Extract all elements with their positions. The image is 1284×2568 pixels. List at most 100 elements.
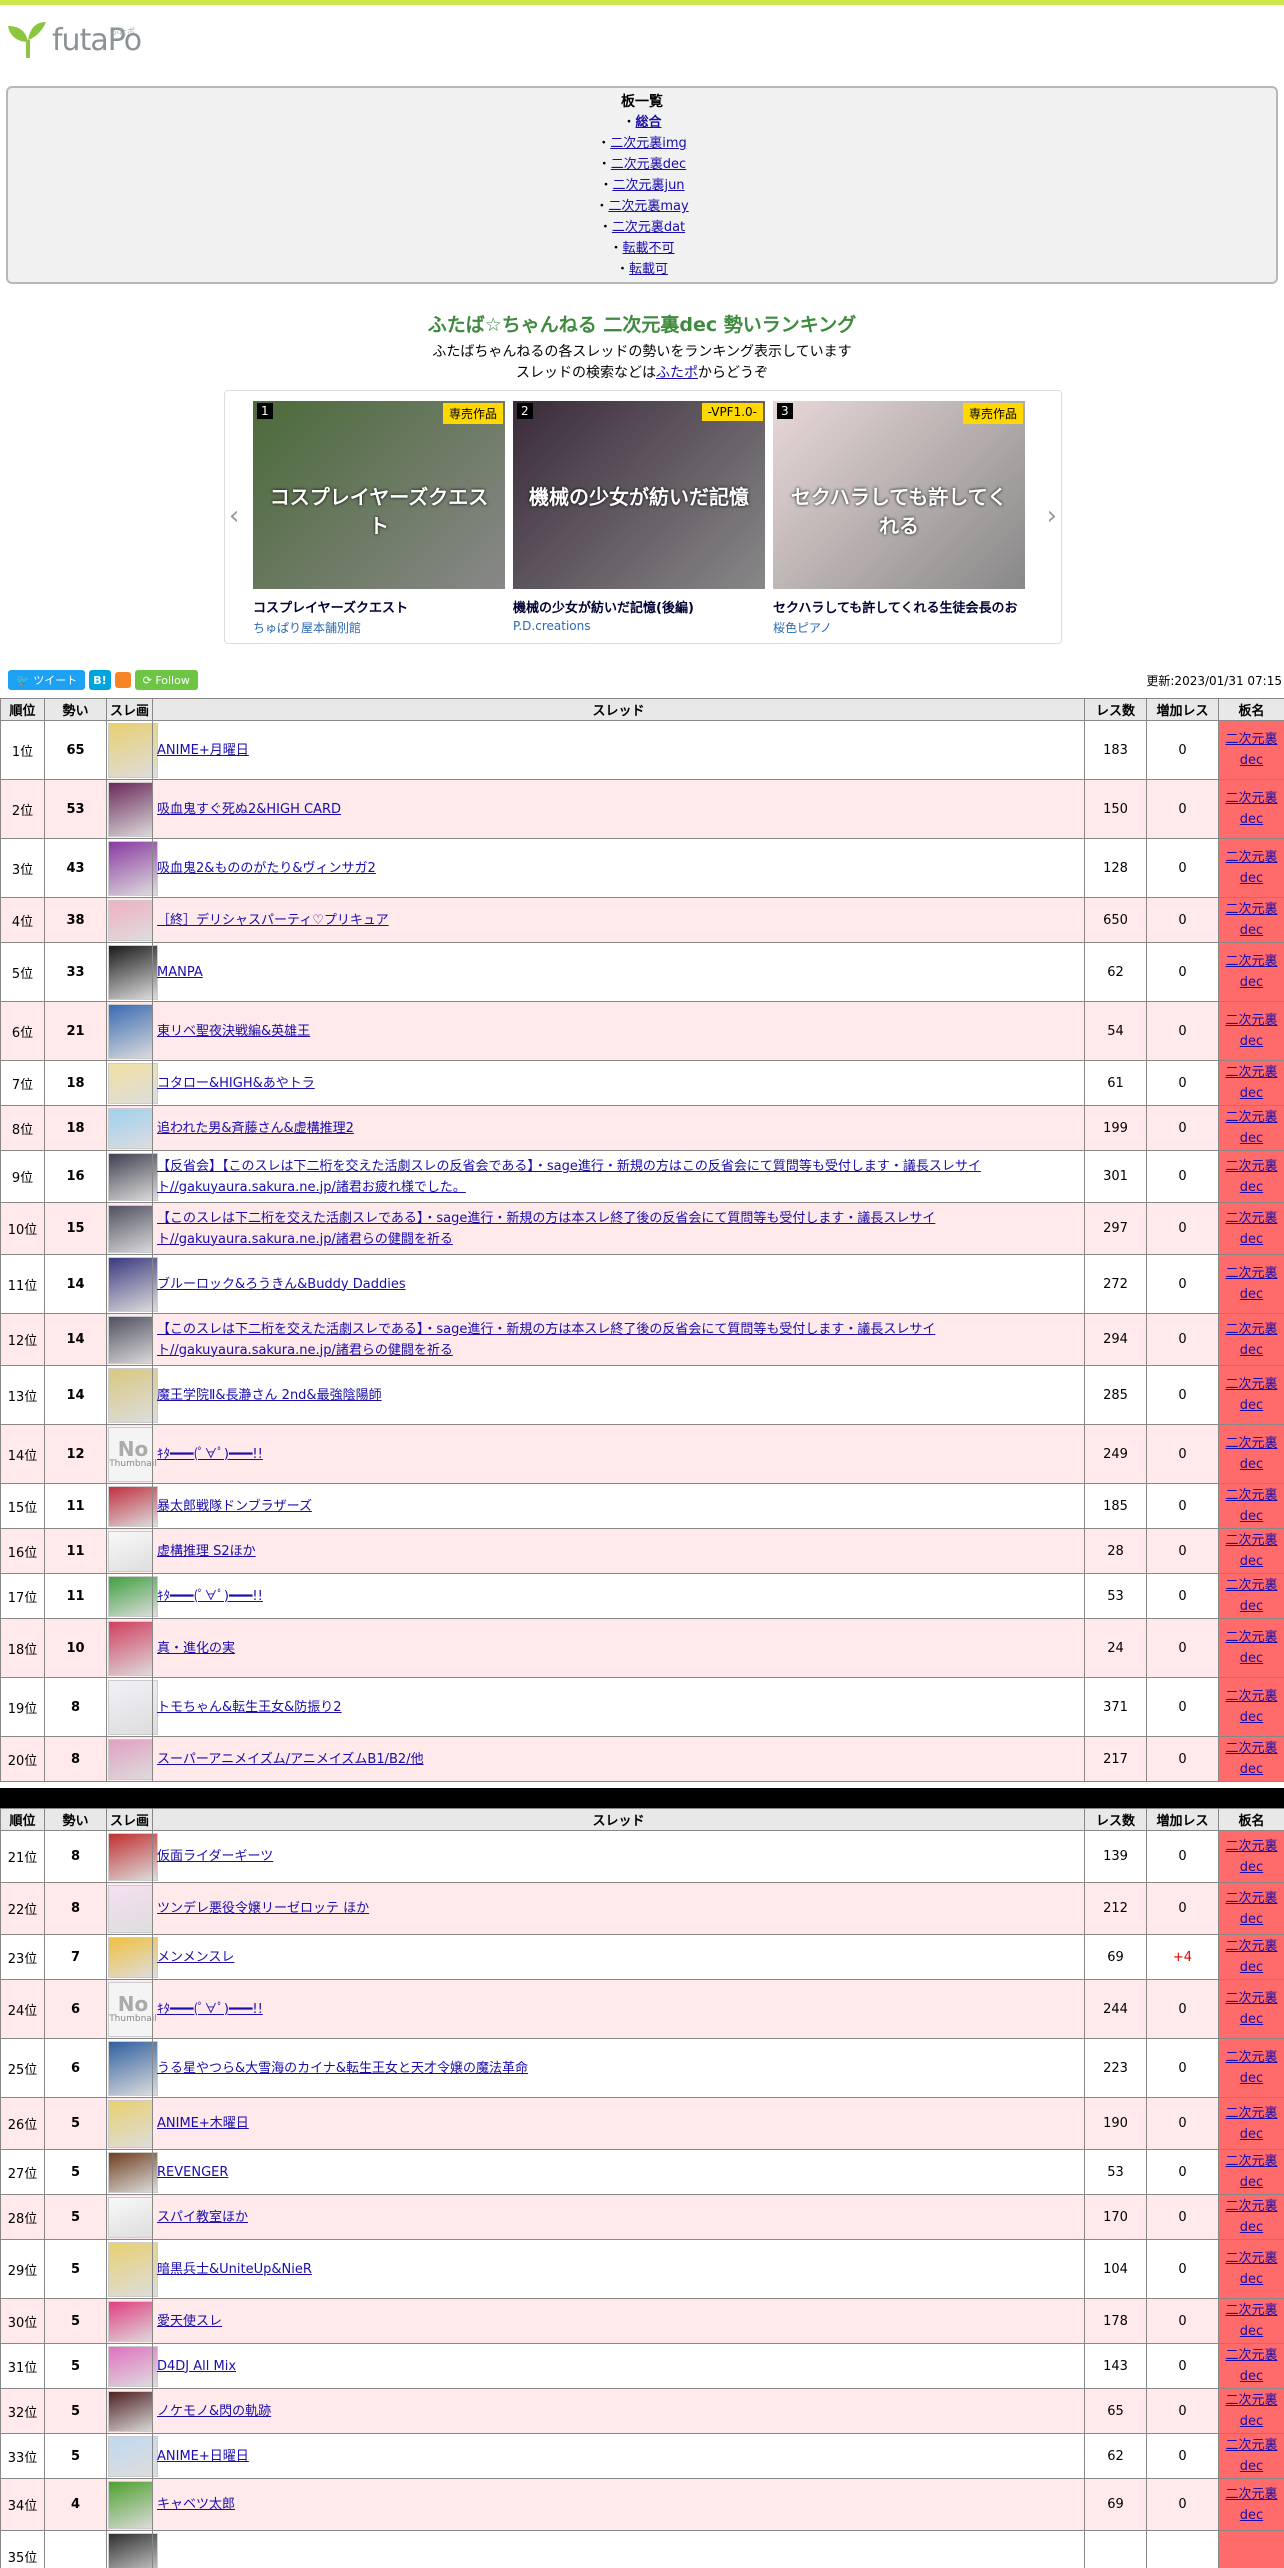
thread-link[interactable]: ANIME+月曜日 <box>157 743 249 758</box>
carousel-title[interactable]: 機械の少女が紡いだ記憶(後編) <box>513 597 765 616</box>
thread-link[interactable]: 虚構推理 S2ほか <box>157 1544 256 1559</box>
thread-thumbnail[interactable] <box>108 1107 158 1149</box>
carousel-item[interactable]: 2 -VPF1.0- 機械の少女が紡いだ記憶機械の少女が紡いだ記憶(後編) P.D.c… <box>513 401 765 633</box>
futapo-link[interactable]: ふたポ <box>656 365 698 381</box>
thread-link[interactable]: ノケモノ&閃の軌跡 <box>157 2404 271 2419</box>
board-name-link[interactable]: 二次元裏 dec <box>1225 732 1277 768</box>
board-name-link[interactable]: 二次元裏 dec <box>1225 1322 1277 1358</box>
board-name-link[interactable]: 二次元裏 dec <box>1225 2050 1277 2086</box>
thread-thumbnail[interactable] <box>108 1152 158 1201</box>
thread-link[interactable]: 【このスレは下二桁を交えた活劇スレである】・sage進行・新規の方は本スレ終了後… <box>157 1211 935 1247</box>
site-logo[interactable]: futaPo ふたポ <box>6 20 142 60</box>
board-name-link[interactable]: 二次元裏 dec <box>1225 2303 1277 2339</box>
follow-button[interactable]: ⟳ Follow <box>134 670 198 690</box>
thread-thumbnail[interactable] <box>108 1884 158 1933</box>
board-link[interactable]: 転載可 <box>629 262 668 277</box>
board-name-link[interactable]: 二次元裏 dec <box>1225 1741 1277 1777</box>
thread-link[interactable]: D4DJ All Mix <box>157 2359 236 2374</box>
board-name-link[interactable]: 二次元裏 dec <box>1225 2106 1277 2142</box>
carousel-maker[interactable]: P.D.creations <box>513 619 765 633</box>
board-link[interactable]: 転載不可 <box>623 241 675 256</box>
board-name-link[interactable]: 二次元裏 dec <box>1225 902 1277 938</box>
thread-thumbnail[interactable] <box>108 1679 158 1735</box>
thread-link[interactable]: 暴太郎戦隊ドンブラザーズ <box>157 1499 312 1514</box>
board-name-link[interactable]: 二次元裏 dec <box>1225 1436 1277 1472</box>
thread-link[interactable]: 吸血鬼2&もののがたり&ヴィンサガ2 <box>157 861 376 876</box>
thread-thumbnail[interactable] <box>108 2196 158 2238</box>
board-name-link[interactable]: 二次元裏 dec <box>1225 1488 1277 1524</box>
board-link[interactable]: 二次元裏jun <box>612 178 684 193</box>
thread-link[interactable]: キャベツ太郎 <box>157 2497 235 2512</box>
board-name-link[interactable]: 二次元裏 dec <box>1225 2487 1277 2523</box>
board-name-link[interactable]: 二次元裏 dec <box>1225 791 1277 827</box>
carousel-prev-icon[interactable]: ‹ <box>229 501 239 531</box>
board-name-link[interactable]: 二次元裏 dec <box>1225 1578 1277 1614</box>
no-thumbnail-image[interactable]: No Thumbnail <box>108 1981 158 2037</box>
board-name-link[interactable]: 二次元裏 dec <box>1225 2251 1277 2287</box>
thread-thumbnail[interactable] <box>108 2532 158 2568</box>
board-name-link[interactable]: 二次元裏 dec <box>1225 1110 1277 1146</box>
thread-thumbnail[interactable] <box>108 2040 158 2096</box>
rss-icon[interactable] <box>114 672 131 688</box>
thread-link[interactable]: メンメンスレ <box>157 1950 234 1965</box>
thread-link[interactable]: トモちゃん&転生王女&防振り2 <box>157 1700 342 1715</box>
board-link[interactable]: 二次元裏dat <box>612 220 685 235</box>
thread-link[interactable]: 【このスレは下二桁を交えた活劇スレである】・sage進行・新規の方は本スレ終了後… <box>157 1322 935 1358</box>
board-name-link[interactable]: 二次元裏 dec <box>1225 2438 1277 2474</box>
tweet-button[interactable]: 🐦 ツイート <box>8 670 86 690</box>
thread-link[interactable]: ブルーロック&ろうきん&Buddy Daddies <box>157 1277 406 1292</box>
board-name-link[interactable]: 二次元裏 dec <box>1225 1266 1277 1302</box>
board-name-link[interactable]: 二次元裏 dec <box>1225 1211 1277 1247</box>
board-name-link[interactable]: 二次元裏 dec <box>1225 1891 1277 1927</box>
hatena-bookmark-button[interactable]: B! <box>89 670 111 690</box>
board-link[interactable]: 二次元裏dec <box>611 157 686 172</box>
thread-thumbnail[interactable] <box>108 1367 158 1423</box>
thread-link[interactable]: 吸血鬼すぐ死ぬ2&HIGH CARD <box>157 802 341 817</box>
carousel-maker[interactable]: ちゅぱり屋本舗別館 <box>253 619 505 636</box>
board-name-link[interactable]: 二次元裏 dec <box>1225 1377 1277 1413</box>
thread-thumbnail[interactable] <box>108 781 158 837</box>
thread-thumbnail[interactable] <box>108 1204 158 1253</box>
thread-thumbnail[interactable] <box>108 840 158 896</box>
thread-link[interactable]: コタロー&HIGH&あやトラ <box>157 1076 315 1091</box>
board-name-link[interactable]: 二次元裏 dec <box>1225 1533 1277 1569</box>
thread-thumbnail[interactable] <box>108 1575 158 1617</box>
thread-link[interactable]: うる星やつら&大雪海のカイナ&転生王女と天才令嬢の魔法革命 <box>157 2061 528 2076</box>
thread-link[interactable]: 愛天使スレ <box>157 2314 222 2329</box>
thread-link[interactable]: ｷﾀ━━━(ﾟ∀ﾟ)━━━!! <box>157 1589 263 1604</box>
carousel-title[interactable]: コスプレイヤーズクエスト <box>253 597 505 616</box>
thread-link[interactable]: 暗黒兵士&UniteUp&NieR <box>157 2262 312 2277</box>
thread-thumbnail[interactable] <box>108 2345 158 2387</box>
board-name-link[interactable]: 二次元裏 dec <box>1225 2154 1277 2190</box>
thread-thumbnail[interactable] <box>108 1738 158 1780</box>
thread-link[interactable]: ツンデレ悪役令嬢リーゼロッテ ほか <box>157 1901 369 1916</box>
carousel-image[interactable]: 2 -VPF1.0- 機械の少女が紡いだ記憶 <box>513 401 765 589</box>
board-name-link[interactable]: 二次元裏 dec <box>1225 850 1277 886</box>
thread-thumbnail[interactable] <box>108 1530 158 1572</box>
thread-thumbnail[interactable] <box>108 1485 158 1527</box>
thread-thumbnail[interactable] <box>108 1936 158 1978</box>
thread-thumbnail[interactable] <box>108 722 158 778</box>
carousel-item[interactable]: 3 専売作品 セクハラしても許してくれる セクハラしても許してくれる生徒会長のお 桜色ピ… <box>773 401 1025 636</box>
carousel-maker[interactable]: 桜色ピアノ <box>773 619 1025 636</box>
thread-thumbnail[interactable] <box>108 1062 158 1104</box>
board-name-link[interactable]: 二次元裏 dec <box>1225 2393 1277 2429</box>
board-name-link[interactable]: 二次元裏 dec <box>1225 2199 1277 2235</box>
thread-thumbnail[interactable] <box>108 2435 158 2477</box>
board-name-link[interactable]: 二次元裏 dec <box>1225 1013 1277 1049</box>
thread-thumbnail[interactable] <box>108 2099 158 2148</box>
thread-link[interactable]: REVENGER <box>157 2165 228 2180</box>
board-name-link[interactable]: 二次元裏 dec <box>1225 1065 1277 1101</box>
board-name-link[interactable]: 二次元裏 dec <box>1225 1159 1277 1195</box>
thread-thumbnail[interactable] <box>108 1620 158 1676</box>
thread-thumbnail[interactable] <box>108 2241 158 2297</box>
thread-link[interactable]: ｷﾀ━━━(ﾟ∀ﾟ)━━━!! <box>157 2002 263 2017</box>
thread-link[interactable]: 仮面ライダーギーツ <box>157 1849 273 1864</box>
thread-link[interactable]: 真・進化の実 <box>157 1641 235 1656</box>
thread-link[interactable]: MANPA <box>157 965 203 980</box>
thread-thumbnail[interactable] <box>108 1832 158 1881</box>
thread-link[interactable]: 東リベ聖夜決戦編&英雄王 <box>157 1024 310 1039</box>
thread-link[interactable]: ［終］デリシャスパーティ♡プリキュア <box>157 913 389 928</box>
thread-link[interactable]: 追われた男&斉藤さん&虚構推理2 <box>157 1121 354 1136</box>
thread-thumbnail[interactable] <box>108 899 158 941</box>
